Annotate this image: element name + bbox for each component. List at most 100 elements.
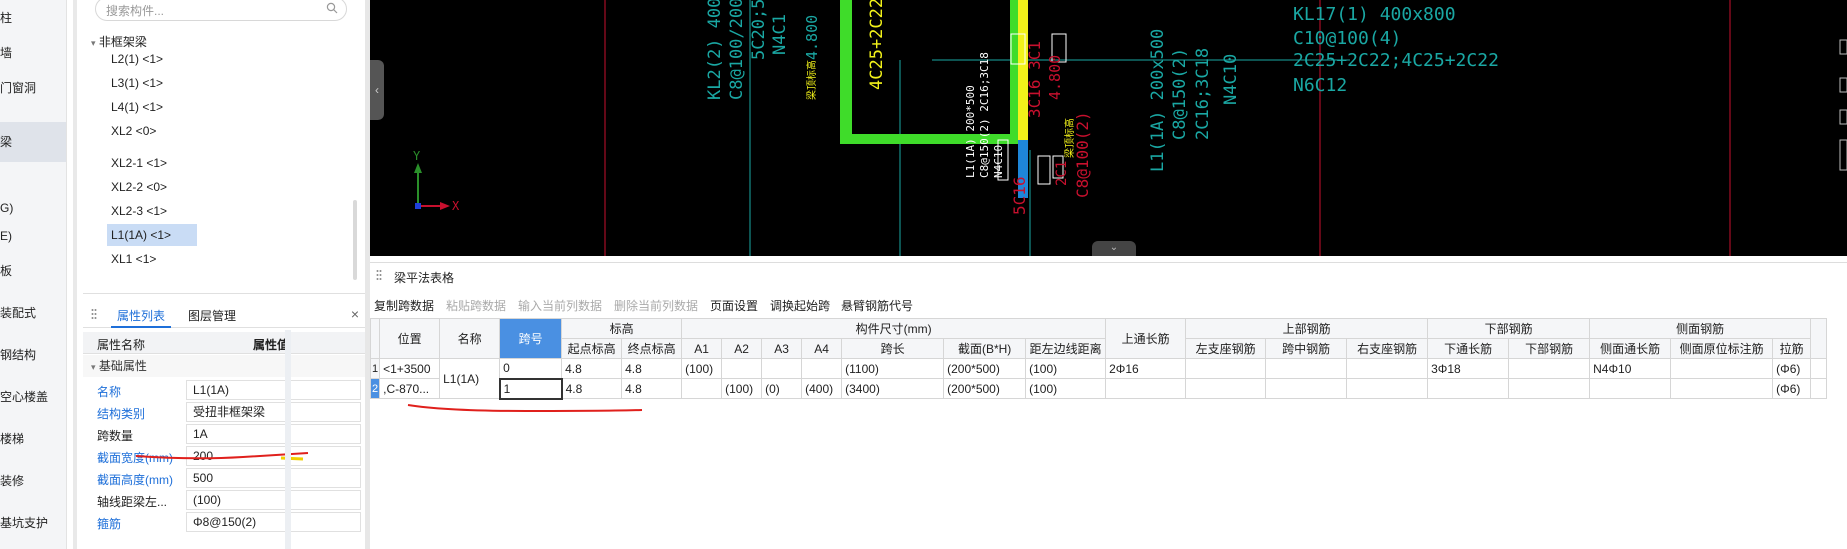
tree-item[interactable]: XL1 <1> (107, 248, 267, 270)
tree-item[interactable]: XL2-2 <0> (107, 176, 267, 198)
category-item[interactable]: 板 (0, 259, 66, 283)
table-cell[interactable]: 3Φ18 (1427, 358, 1510, 379)
table-cell[interactable]: (3400) (841, 378, 945, 399)
table-cell[interactable]: (100) (721, 378, 763, 399)
category-item[interactable]: 空心楼盖 (0, 385, 66, 409)
cad-viewport[interactable]: KL2(2) 400x600 C8@100/200(4) 5C20;5C2 N4… (370, 0, 1847, 256)
table-cell[interactable]: 4.8 (621, 358, 683, 379)
table-cell[interactable] (1265, 358, 1348, 379)
copy-span-button[interactable]: 复制跨数据 (374, 297, 434, 314)
attribute-value[interactable]: 1A (186, 424, 361, 444)
page-setup-button[interactable]: 页面设置 (710, 297, 758, 314)
table-cell[interactable] (1105, 378, 1187, 399)
table-cell[interactable] (721, 358, 763, 379)
column-header[interactable]: 跨长 (841, 338, 945, 359)
table-cell[interactable] (1810, 358, 1828, 379)
category-item[interactable]: 门窗洞 (0, 76, 66, 100)
sidebar-scrollbar[interactable] (73, 0, 77, 549)
table-cell[interactable]: (100) (681, 358, 723, 379)
table-cell[interactable]: (200*500) (943, 358, 1027, 379)
category-item-beam[interactable]: 梁 (0, 122, 66, 162)
cantilever-rebar-code-button[interactable]: 悬臂钢筋代号 (841, 297, 913, 314)
column-header[interactable]: 拉筋 (1772, 338, 1812, 359)
table-cell[interactable]: 4.8 (621, 378, 683, 399)
tree-item[interactable]: L4(1) <1> (107, 96, 267, 118)
search-input[interactable]: 搜索构件... (106, 2, 164, 19)
collapse-bottom-panel-button[interactable]: ⌄ (1092, 241, 1136, 256)
category-item[interactable]: 装配式 (0, 301, 66, 325)
table-cell[interactable]: 0 (499, 358, 563, 379)
table-cell[interactable]: 4.8 (561, 358, 623, 379)
column-header[interactable]: 侧面通长筋 (1589, 338, 1672, 359)
tree-item[interactable]: XL2-3 <1> (107, 200, 267, 222)
table-cell[interactable]: ,C-870... (379, 378, 441, 399)
column-header[interactable]: 下部钢筋 (1508, 338, 1591, 359)
delete-column-button[interactable]: 删除当前列数据 (614, 297, 698, 314)
column-header[interactable]: 左支座钢筋 (1185, 338, 1267, 359)
attribute-value[interactable]: 受扭非框架梁 (186, 402, 361, 422)
collapse-arrow-icon[interactable]: ▾ (91, 38, 96, 48)
close-icon[interactable]: × (351, 306, 359, 322)
table-cell[interactable]: (100) (1025, 378, 1107, 399)
table-cell[interactable] (1185, 378, 1267, 399)
attribute-scrollbar[interactable] (285, 330, 291, 549)
table-cell[interactable] (1589, 378, 1672, 399)
table-cell[interactable]: (Φ6) (1772, 358, 1812, 379)
swap-start-span-button[interactable]: 调换起始跨 (770, 297, 830, 314)
attribute-value[interactable]: L1(1A) (186, 380, 361, 400)
tree-item[interactable]: XL2-1 <1> (107, 152, 267, 174)
category-item[interactable]: E) (0, 224, 66, 248)
table-cell[interactable] (1265, 378, 1348, 399)
column-header-span-no[interactable]: 跨号 (499, 318, 563, 359)
table-cell[interactable]: <1+3500 (379, 358, 441, 379)
attribute-value[interactable]: 500 (186, 468, 361, 488)
column-header[interactable]: 右支座钢筋 (1346, 338, 1429, 359)
category-item[interactable]: 基坑支护 (0, 511, 66, 535)
category-item[interactable]: 楼梯 (0, 427, 66, 451)
table-row[interactable]: 2 ,C-870... 1 4.8 4.8 (100) (0) (400) (3… (369, 377, 1828, 400)
category-item[interactable]: 柱 (0, 6, 66, 30)
table-cell[interactable]: L1(1A) (439, 358, 501, 399)
tree-item-selected[interactable]: L1(1A) <1> (107, 224, 197, 246)
category-item[interactable]: 钢结构 (0, 343, 66, 367)
table-cell[interactable] (1670, 378, 1774, 399)
table-cell[interactable] (1185, 358, 1267, 379)
column-header[interactable]: 起点标高 (561, 338, 623, 359)
category-item[interactable]: 装修 (0, 469, 66, 493)
table-cell[interactable] (1346, 378, 1429, 399)
column-header[interactable]: 截面(B*H) (943, 338, 1027, 359)
collapse-arrow-icon[interactable]: ▾ (91, 362, 96, 372)
collapse-left-panel-button[interactable]: ‹ (370, 60, 384, 120)
table-cell[interactable] (1508, 358, 1591, 379)
column-header[interactable]: 下通长筋 (1427, 338, 1510, 359)
tree-item[interactable]: XL2 <0> (107, 120, 267, 142)
table-cell[interactable] (681, 378, 723, 399)
table-cell[interactable] (801, 358, 843, 379)
table-cell[interactable]: (0) (761, 378, 803, 399)
search-box[interactable]: 搜索构件... (95, 0, 347, 21)
table-cell[interactable]: (1100) (841, 358, 945, 379)
column-header[interactable]: A4 (801, 338, 843, 359)
table-cell[interactable] (1508, 378, 1591, 399)
tab-properties[interactable]: 属性列表 (111, 304, 172, 328)
attribute-value[interactable]: (100) (186, 490, 361, 510)
table-cell[interactable] (761, 358, 803, 379)
table-cell[interactable]: 2Φ16 (1105, 358, 1187, 379)
column-header[interactable]: 名称 (439, 318, 501, 359)
tree-item[interactable]: L2(1) <1> (107, 48, 267, 70)
category-item[interactable]: G) (0, 196, 66, 220)
attribute-value[interactable]: Φ8@150(2) (186, 512, 361, 532)
column-header[interactable]: A3 (761, 338, 803, 359)
column-header[interactable]: A2 (721, 338, 763, 359)
search-icon[interactable] (326, 2, 338, 14)
table-cell[interactable] (1670, 358, 1774, 379)
table-cell[interactable]: (100) (1025, 358, 1107, 379)
table-cell[interactable] (1427, 378, 1510, 399)
table-cell[interactable] (1346, 358, 1429, 379)
input-column-button[interactable]: 输入当前列数据 (518, 297, 602, 314)
category-item[interactable]: 墙 (0, 41, 66, 65)
table-row[interactable]: 1 <1+3500 L1(1A) 0 4.8 4.8 (100) (1100) … (369, 358, 1828, 399)
drag-handle-icon[interactable] (91, 308, 97, 320)
column-header[interactable]: 侧面原位标注筋 (1670, 338, 1774, 359)
column-header[interactable]: 位置 (379, 318, 441, 359)
